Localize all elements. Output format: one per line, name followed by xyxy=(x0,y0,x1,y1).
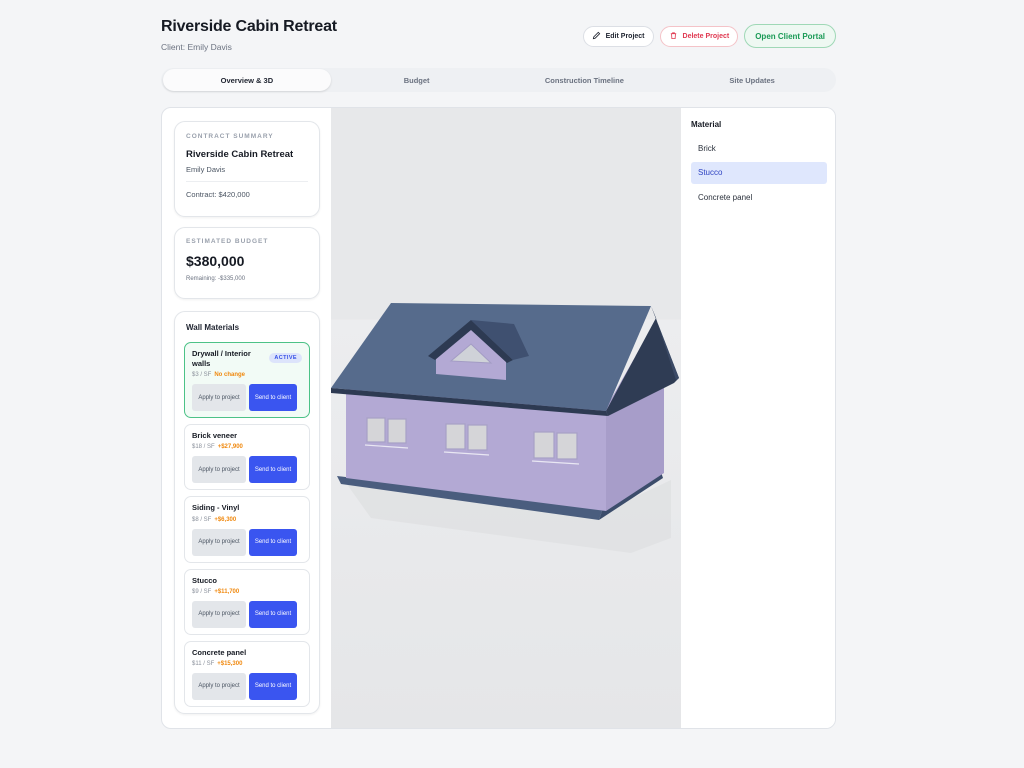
open-client-portal-button[interactable]: Open Client Portal xyxy=(744,24,836,48)
pencil-icon xyxy=(592,31,601,42)
material-panel-title: Material xyxy=(691,120,722,129)
material-option-concrete-panel[interactable]: Concrete panel xyxy=(691,186,827,208)
material-name: Siding - Vinyl xyxy=(192,503,240,513)
material-card-brick-veneer[interactable]: Brick veneer $18 / SF +$27,900 Apply to p… xyxy=(184,424,310,491)
estimated-budget-card: ESTIMATED BUDGET $380,000 Remaining: -$3… xyxy=(174,227,320,299)
send-to-client-button[interactable]: Send to client xyxy=(249,528,297,556)
material-name: Concrete panel xyxy=(192,647,247,657)
apply-to-project-button[interactable]: Apply to project xyxy=(192,600,246,628)
material-price: $8 / SF xyxy=(192,516,212,523)
material-card-stucco[interactable]: Stucco $9 / SF +$11,700 Apply to project … xyxy=(184,568,310,635)
wall-materials-card: Wall Materials Drywall / Interior walls … xyxy=(174,311,320,714)
delete-project-button[interactable]: Delete Project xyxy=(659,25,739,47)
material-options-list: Brick Stucco Concrete panel xyxy=(691,137,827,208)
divider xyxy=(186,181,308,182)
material-name: Drywall / Interior walls xyxy=(192,349,251,369)
left-column: CONTRACT SUMMARY Riverside Cabin Retreat… xyxy=(174,121,320,714)
edit-project-label: Edit Project xyxy=(605,32,645,40)
material-actions: Apply to project Send to client xyxy=(192,672,302,700)
material-option-stucco[interactable]: Stucco xyxy=(691,161,827,184)
contract-summary-card: CONTRACT SUMMARY Riverside Cabin Retreat… xyxy=(174,121,320,217)
apply-to-project-button[interactable]: Apply to project xyxy=(192,384,246,412)
budget-remaining: Remaining: -$335,000 xyxy=(186,276,246,282)
tab-site-updates[interactable]: Site Updates xyxy=(668,68,836,92)
send-to-client-button[interactable]: Send to client xyxy=(249,600,297,628)
tab-budget[interactable]: Budget xyxy=(333,68,501,92)
delete-project-label: Delete Project xyxy=(682,32,730,40)
material-price: $3 / SF xyxy=(192,372,212,379)
tab-overview-3d[interactable]: Overview & 3D xyxy=(163,69,331,91)
contract-client-name: Emily Davis xyxy=(186,165,226,174)
3d-viewport[interactable] xyxy=(331,108,681,728)
estimated-budget-label: ESTIMATED BUDGET xyxy=(186,238,269,245)
tab-bar: Overview & 3D Budget Construction Timeli… xyxy=(161,68,836,92)
material-actions: Apply to project Send to client xyxy=(192,456,302,484)
main-panel: CONTRACT SUMMARY Riverside Cabin Retreat… xyxy=(161,107,836,729)
material-price: $9 / SF xyxy=(192,588,212,595)
material-name: Stucco xyxy=(192,575,218,585)
material-actions: Apply to project Send to client xyxy=(192,384,302,412)
material-actions: Apply to project Send to client xyxy=(192,528,302,556)
contract-project-name: Riverside Cabin Retreat xyxy=(186,149,294,160)
header-actions: Edit Project Delete Project Open Client … xyxy=(582,24,836,48)
wall-materials-title: Wall Materials xyxy=(186,323,240,332)
material-price: $18 / SF xyxy=(192,444,215,451)
material-option-brick[interactable]: Brick xyxy=(691,137,827,159)
material-card-siding-vinyl[interactable]: Siding - Vinyl $8 / SF +$6,300 Apply to p… xyxy=(184,496,310,563)
send-to-client-button[interactable]: Send to client xyxy=(249,672,297,700)
material-price-row: $18 / SF +$27,900 xyxy=(192,444,302,450)
material-card-concrete-panel[interactable]: Concrete panel $11 / SF +$15,300 Apply to… xyxy=(184,640,310,707)
contract-summary-label: CONTRACT SUMMARY xyxy=(186,133,274,140)
material-panel: Material Brick Stucco Concrete panel xyxy=(681,108,835,728)
material-price-row: $8 / SF +$6,300 xyxy=(192,517,302,523)
material-actions: Apply to project Send to client xyxy=(192,600,302,628)
material-delta: No change xyxy=(214,372,246,379)
apply-to-project-button[interactable]: Apply to project xyxy=(192,528,246,556)
contract-amount: Contract: $420,000 xyxy=(186,190,250,199)
material-delta: +$27,900 xyxy=(217,444,243,451)
material-delta: +$11,700 xyxy=(214,588,240,595)
material-name: Brick veneer xyxy=(192,431,238,441)
trash-icon xyxy=(669,31,678,42)
apply-to-project-button[interactable]: Apply to project xyxy=(192,456,246,484)
material-price-row: $3 / SF No change xyxy=(192,372,302,378)
material-price: $11 / SF xyxy=(192,660,215,667)
project-header: Riverside Cabin Retreat Client: Emily Da… xyxy=(161,18,836,58)
tab-construction-timeline[interactable]: Construction Timeline xyxy=(501,68,669,92)
material-delta: +$15,300 xyxy=(217,660,243,667)
material-card-drywall[interactable]: Drywall / Interior walls ACTIVE $3 / SF N… xyxy=(184,342,310,419)
active-badge: ACTIVE xyxy=(269,353,302,363)
material-delta: +$6,300 xyxy=(214,516,237,523)
wall-materials-list: Drywall / Interior walls ACTIVE $3 / SF N… xyxy=(184,342,310,707)
material-price-row: $9 / SF +$11,700 xyxy=(192,589,302,595)
send-to-client-button[interactable]: Send to client xyxy=(249,456,297,484)
budget-value: $380,000 xyxy=(186,253,245,269)
apply-to-project-button[interactable]: Apply to project xyxy=(192,672,246,700)
material-price-row: $11 / SF +$15,300 xyxy=(192,661,302,667)
house-3d-model xyxy=(331,303,679,553)
edit-project-button[interactable]: Edit Project xyxy=(582,25,654,47)
send-to-client-button[interactable]: Send to client xyxy=(249,384,297,412)
